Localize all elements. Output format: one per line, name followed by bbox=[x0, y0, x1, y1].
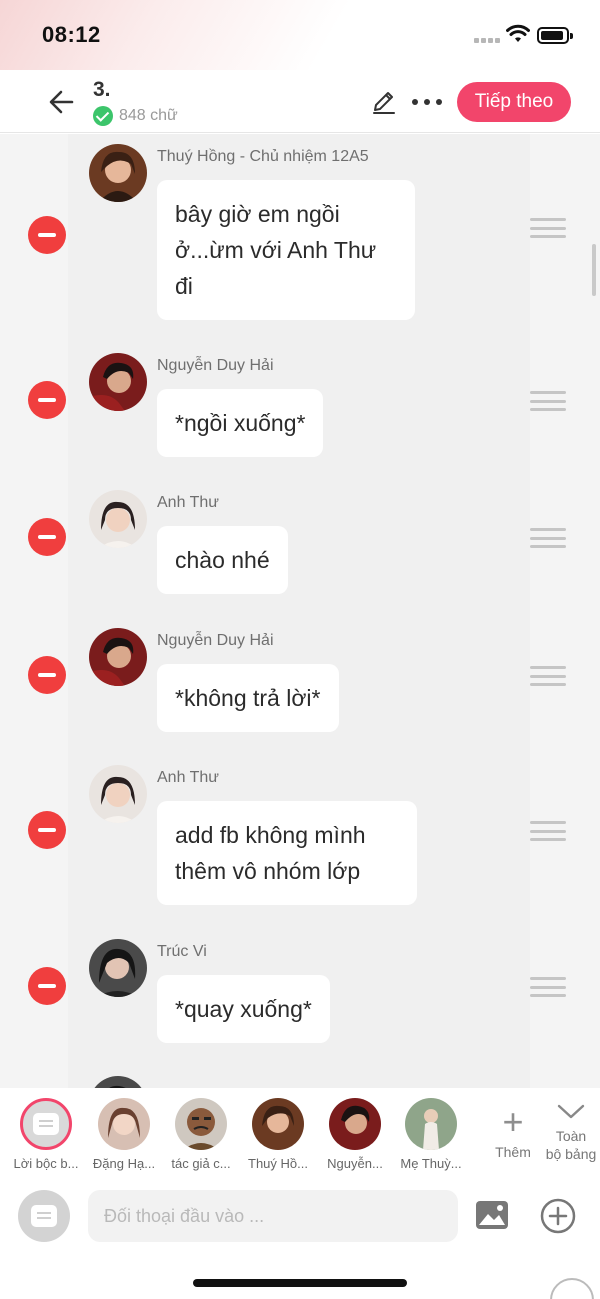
drag-handle-icon[interactable] bbox=[530, 391, 566, 411]
avatar bbox=[329, 1098, 381, 1150]
expand-label-line2: bộ bảng bbox=[545, 1146, 597, 1162]
character-bar: Lời bộc b... Đặng Hạ... tác giả c... Thu… bbox=[0, 1088, 600, 1180]
next-button[interactable]: Tiếp theo bbox=[457, 82, 571, 122]
speaker-name: Thuý Hồng - Chủ nhiệm 12A5 bbox=[157, 148, 369, 165]
drag-handle-icon[interactable] bbox=[530, 821, 566, 841]
plus-icon: + bbox=[502, 1101, 524, 1142]
remove-line-button[interactable] bbox=[28, 656, 66, 694]
add-character-label: Thêm bbox=[495, 1144, 531, 1160]
narration-toggle-button[interactable] bbox=[18, 1190, 70, 1242]
speaker-name: Nguyễn Duy Hải bbox=[157, 632, 274, 649]
drag-handle-icon[interactable] bbox=[530, 528, 566, 548]
chevron-down-icon bbox=[557, 1104, 585, 1119]
avatar bbox=[89, 353, 147, 411]
add-character-button[interactable]: + Thêm bbox=[488, 1101, 538, 1161]
battery-icon bbox=[537, 27, 573, 44]
expand-label-line1: Toàn bbox=[555, 1128, 587, 1144]
remove-line-button[interactable] bbox=[28, 381, 66, 419]
speaker-name: Trúc Vi bbox=[157, 943, 207, 960]
add-circle-icon[interactable] bbox=[540, 1198, 576, 1234]
drag-handle-icon[interactable] bbox=[530, 977, 566, 997]
status-time: 08:12 bbox=[42, 22, 101, 47]
check-icon bbox=[93, 106, 113, 126]
avatar bbox=[252, 1098, 304, 1150]
character-label: Nguyễn... bbox=[327, 1156, 383, 1171]
dialogue-input[interactable] bbox=[88, 1190, 458, 1242]
editor-header: 3. 848 chữ Tiếp theo bbox=[0, 70, 600, 133]
remove-line-button[interactable] bbox=[28, 216, 66, 254]
dialogue-bubble[interactable]: *không trả lời* bbox=[157, 664, 339, 732]
dialogue-bubble[interactable]: *quay xuống* bbox=[157, 975, 330, 1043]
word-count: 848 chữ bbox=[93, 106, 178, 126]
speaker-name: Anh Thư bbox=[157, 769, 220, 786]
avatar bbox=[175, 1098, 227, 1150]
avatar bbox=[98, 1098, 150, 1150]
avatar bbox=[89, 144, 147, 202]
character-label: Mẹ Thuỳ... bbox=[400, 1156, 462, 1171]
image-icon[interactable] bbox=[475, 1200, 509, 1230]
status-bar: 08:12 bbox=[0, 0, 600, 70]
back-arrow-icon[interactable] bbox=[44, 84, 80, 120]
home-indicator bbox=[193, 1279, 407, 1287]
speaker-name: Nguyễn Duy Hải bbox=[157, 357, 274, 374]
cellular-signal-icon bbox=[474, 38, 500, 44]
character-label: tác giả c... bbox=[171, 1156, 231, 1171]
avatar bbox=[89, 939, 147, 997]
character-label: Thuý Hồ... bbox=[248, 1156, 308, 1171]
drag-handle-icon[interactable] bbox=[530, 218, 566, 238]
wifi-icon bbox=[506, 24, 530, 42]
dialogue-bubble[interactable]: bây giờ em ngồi ở...ừm với Anh Thư đi bbox=[157, 180, 415, 320]
dialogue-bubble[interactable]: add fb không mình thêm vô nhóm lớp bbox=[157, 801, 417, 905]
more-options-icon[interactable] bbox=[412, 88, 442, 116]
avatar bbox=[89, 765, 147, 823]
drag-handle-icon[interactable] bbox=[530, 666, 566, 686]
input-bar bbox=[0, 1180, 600, 1299]
avatar bbox=[89, 490, 147, 548]
remove-line-button[interactable] bbox=[28, 967, 66, 1005]
narration-icon bbox=[20, 1098, 72, 1150]
scroll-up-icon[interactable] bbox=[550, 1278, 594, 1299]
remove-line-button[interactable] bbox=[28, 811, 66, 849]
avatar bbox=[89, 628, 147, 686]
dialogue-bubble[interactable]: *ngồi xuống* bbox=[157, 389, 324, 457]
chapter-title: 3. bbox=[93, 78, 111, 101]
character-label: Lời bộc b... bbox=[13, 1156, 79, 1171]
scrollbar[interactable] bbox=[592, 244, 596, 296]
narration-icon bbox=[31, 1205, 57, 1227]
avatar bbox=[405, 1098, 457, 1150]
character-label: Đặng Hạ... bbox=[92, 1156, 156, 1171]
pencil-icon[interactable] bbox=[370, 88, 398, 116]
word-count-label: 848 chữ bbox=[119, 107, 178, 124]
speaker-name: Anh Thư bbox=[157, 494, 220, 511]
dialogue-bubble[interactable]: chào nhé bbox=[157, 526, 288, 594]
remove-line-button[interactable] bbox=[28, 518, 66, 556]
dialogue-list[interactable]: Thuý Hồng - Chủ nhiệm 12A5 bây giờ em ng… bbox=[0, 134, 600, 1088]
expand-all-button[interactable]: Toàn bộ bảng bbox=[540, 1102, 600, 1163]
